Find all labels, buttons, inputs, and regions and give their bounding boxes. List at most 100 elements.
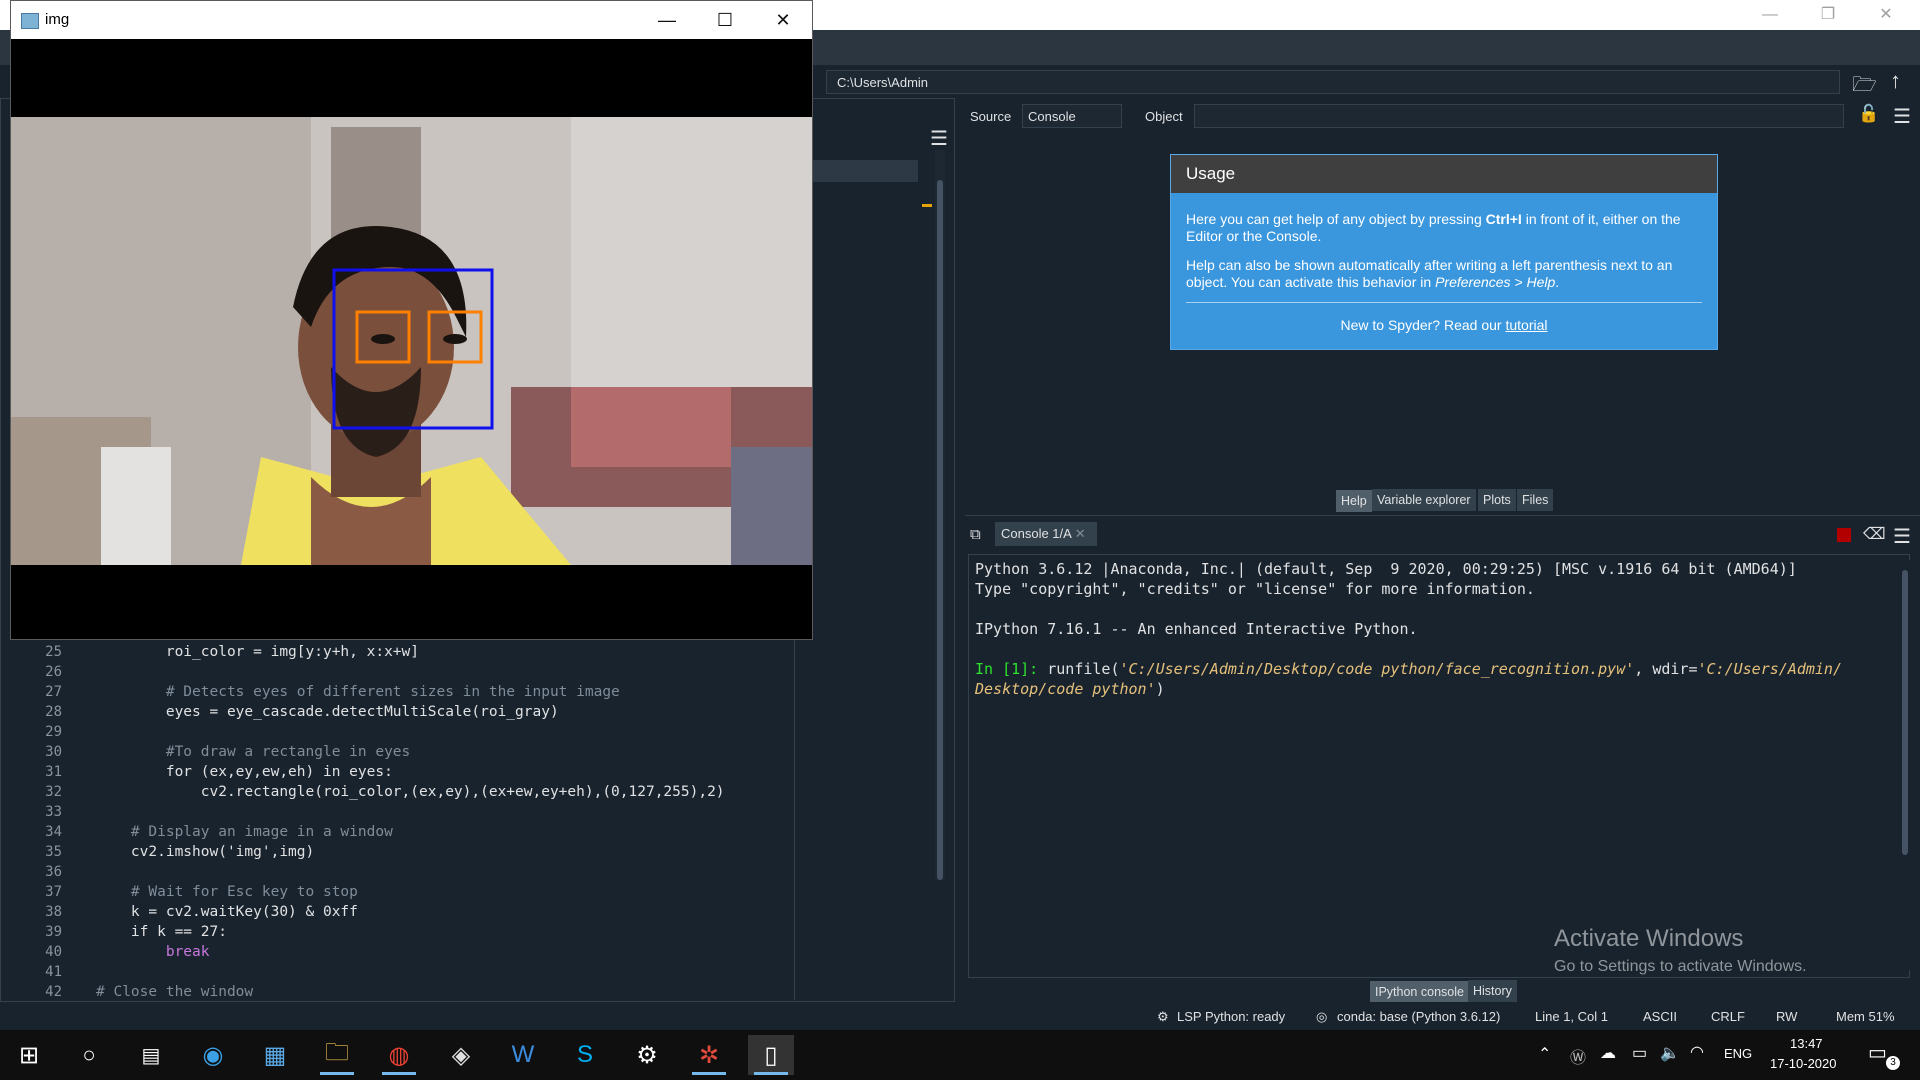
battery-icon[interactable]: ▭ [1632,1043,1647,1063]
warning-marker [922,204,932,207]
file-explorer-icon[interactable]: 🗀 [314,1035,360,1075]
code-line-38: 38 k = cv2.waitKey(30) & 0xff [45,904,358,920]
console-banner-3: IPython 7.16.1 -- An enhanced Interactiv… [975,620,1418,638]
close-icon[interactable]: ✕ [761,7,805,33]
console-output[interactable] [968,554,1910,978]
clock-time[interactable]: 13:47 [1790,1036,1823,1051]
console-options-icon[interactable]: ☰ [1893,524,1911,549]
close-tab-icon[interactable]: ✕ [1075,526,1086,541]
tab-history[interactable]: History [1468,980,1517,1002]
code-line-42: 42 # Close the window [45,984,254,1000]
clock-date[interactable]: 17-10-2020 [1770,1056,1837,1071]
maximize-icon[interactable]: ☐ [703,7,747,33]
cursor-position: Line 1, Col 1 [1535,1009,1608,1024]
console-input-line-cont: Desktop/code python') [975,680,1165,698]
settings-gear-icon[interactable]: ⚙ [624,1035,670,1075]
search-icon[interactable]: ○ [66,1035,112,1075]
windows-start-icon[interactable]: ⊞ [6,1035,52,1075]
tab-files[interactable]: Files [1517,489,1554,511]
eraser-icon[interactable]: ⌫ [1863,524,1886,544]
code-line-26: 26 [45,664,62,680]
object-input[interactable] [1194,104,1844,128]
console-path: 'C:/Users/Admin/ [1697,660,1842,678]
usage-panel: Usage Here you can get help of any objec… [1170,154,1718,350]
writer-icon[interactable]: W [500,1035,546,1075]
news-icon[interactable]: ▦ [252,1035,298,1075]
tab-ipython-console[interactable]: IPython console [1370,981,1469,1003]
usage-separator [1186,302,1702,303]
console-cmd: ) [1155,680,1165,698]
close-icon[interactable]: ✕ [1866,4,1906,26]
code-line-39: 39 if k == 27: [45,924,227,940]
parent-directory-icon[interactable]: ↑ [1890,68,1901,94]
usage-paragraph-2: Help can also be shown automatically aft… [1186,257,1696,291]
tab-variable-explorer[interactable]: Variable explorer [1372,489,1476,511]
conda-status[interactable]: conda: base (Python 3.6.12) [1337,1009,1500,1024]
code-line-37: 37 # Wait for Esc key to stop [45,884,358,900]
code-line-33: 33 [45,804,62,820]
console-scrollbar[interactable] [1900,560,1910,970]
editor-options-icon[interactable]: ☰ [930,126,948,151]
code-line-32: 32 cv2.rectangle(roi_color,(ex,ey),(ex+e… [45,784,725,800]
tray-app-icon[interactable]: Ⓦ [1570,1044,1586,1068]
code-line-31: 31 for (ex,ey,ew,eh) in eyes: [45,764,393,780]
lsp-status[interactable]: LSP Python: ready [1177,1009,1285,1024]
code-line-36: 36 [45,864,62,880]
editor-scrollbar[interactable] [935,150,945,880]
usage-preferences: Preferences > Help [1435,274,1556,290]
webcam-image [11,117,812,565]
wifi-icon[interactable]: ◠ [1690,1042,1704,1062]
volume-icon[interactable]: 🔈 [1660,1043,1680,1063]
edge-icon[interactable]: ◉ [190,1035,236,1075]
file-encoding: ASCII [1643,1009,1677,1024]
console-cmd: runfile( [1038,660,1120,678]
img-titlebar[interactable]: img — ☐ ✕ [11,1,812,39]
usage-paragraph-1: Here you can get help of any object by p… [1186,211,1696,245]
tutorial-link[interactable]: tutorial [1505,317,1547,333]
lsp-icon: ⚙ [1157,1009,1169,1024]
img-window[interactable]: img — ☐ ✕ [10,0,813,640]
task-view-icon[interactable]: ▤ [128,1035,174,1075]
console-path: Desktop/code python' [975,680,1156,698]
cloud-icon[interactable]: ☁ [1600,1043,1616,1063]
code-line-34: 34 # Display an image in a window [45,824,393,840]
tab-plots[interactable]: Plots [1478,489,1516,511]
console-prompt: In [1]: [975,660,1039,678]
restore-icon[interactable]: ❐ [1808,4,1848,26]
code-line-41: 41 [45,964,62,980]
notification-icon[interactable]: ▭ [1868,1040,1887,1065]
lock-icon[interactable]: 🔓 [1858,104,1879,124]
code-line-29: 29 [45,724,62,740]
paint-icon[interactable]: ◈ [438,1035,484,1075]
taskbar: ⊞ ○ ▤ ◉ ▦ 🗀 ◍ ◈ W S ⚙ ✲ ▯ ⌃ Ⓦ ☁ ▭ 🔈 ◠ EN… [0,1030,1920,1080]
minimize-icon[interactable]: — [645,7,689,33]
spyder-icon[interactable]: ✲ [686,1035,732,1075]
usage-shortcut: Ctrl+I [1485,211,1522,227]
code-line-25: 25 roi_color = img[y:y+h, x:x+w] [45,644,420,660]
console-banner-1: Python 3.6.12 |Anaconda, Inc.| (default,… [975,560,1797,578]
rw-mode: RW [1776,1009,1798,1024]
usage-footer-text: New to Spyder? Read our [1340,317,1506,333]
skype-icon[interactable]: S [562,1035,608,1075]
console-tab[interactable]: Console 1/A ✕ [995,522,1097,546]
memory-usage: Mem 51% [1836,1009,1895,1024]
console-window-icon[interactable]: ⧉ [970,526,981,543]
working-directory-combo[interactable]: C:\Users\Admin [826,70,1840,94]
source-select[interactable]: Console [1022,104,1122,128]
help-options-icon[interactable]: ☰ [1893,104,1911,129]
chevron-up-icon[interactable]: ⌃ [1538,1044,1551,1064]
console-path: 'C:/Users/Admin/Desktop/code python/face… [1119,660,1635,678]
chrome-icon[interactable]: ◍ [376,1035,422,1075]
code-line-35: 35 cv2.imshow('img',img) [45,844,315,860]
language-indicator[interactable]: ENG [1724,1046,1752,1061]
editor-code-area[interactable]: 25 roi_color = img[y:y+h, x:x+w] 26 27 #… [10,640,910,1000]
stop-icon[interactable] [1837,528,1851,542]
document-icon[interactable]: ▯ [748,1035,794,1075]
img-window-title: img [45,11,70,28]
code-line-30: 30 #To draw a rectangle in eyes [45,744,411,760]
usage-title: Usage [1171,155,1717,193]
window-app-icon [21,13,39,29]
tab-help[interactable]: Help [1336,490,1372,512]
minimize-icon[interactable]: — [1750,4,1790,26]
usage-text: Here you can get help of any object by p… [1186,211,1486,227]
